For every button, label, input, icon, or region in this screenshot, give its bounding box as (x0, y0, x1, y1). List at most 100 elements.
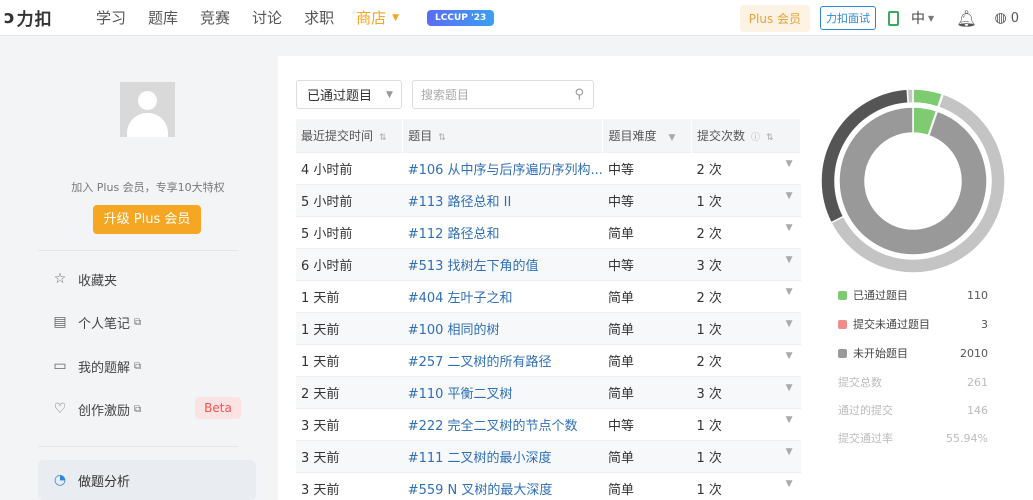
problem-link[interactable]: #513 找树左下角的值 (408, 259, 539, 274)
table-row[interactable]: 4 小时前 #106 从中序与后序遍历序列构... 中等 2 次 ▼ (296, 151, 801, 184)
problem-title[interactable]: #404 左叶子之和 (402, 279, 603, 312)
nav-item-store[interactable]: 商店 (356, 7, 386, 28)
logo[interactable]: ↄ 力扣 (4, 5, 74, 30)
submit-time: 5 小时前 (296, 183, 403, 216)
problem-title[interactable]: #111 二叉树的最小深度 (402, 439, 603, 472)
lccup-badge[interactable]: LCCUP '23 (427, 9, 495, 26)
notification-bell-icon[interactable]: 🔔︎ (956, 9, 976, 28)
mobile-app-icon[interactable] (888, 10, 900, 26)
problem-title[interactable]: #100 相同的树 (402, 311, 603, 344)
difficulty-label: 中等 (602, 247, 692, 280)
table-row[interactable]: 3 天前 #559 N 叉树的最大深度 简单 1 次 ▼ (296, 471, 801, 500)
submit-time: 4 小时前 (296, 151, 403, 184)
sidebar-item-label: 我的题解 (78, 360, 131, 376)
sidebar-item-analysis[interactable]: ◔ 做题分析 (38, 460, 256, 500)
sidebar-item-label: 个人笔记 (78, 316, 131, 332)
status-filter-select[interactable]: 已通过题目 ▼ (296, 80, 402, 109)
problem-title[interactable]: #112 路径总和 (402, 215, 603, 248)
expand-chevron-icon[interactable]: ▼ (786, 223, 793, 233)
problem-link[interactable]: #110 平衡二叉树 (408, 387, 513, 402)
expand-chevron-icon[interactable]: ▼ (786, 159, 793, 169)
problem-link[interactable]: #404 左叶子之和 (408, 291, 513, 306)
nav-item-jobs[interactable]: 求职 (304, 7, 334, 28)
sidebar-item-solutions[interactable]: ▭ 我的题解 ⧉ (52, 355, 141, 377)
problem-title[interactable]: #513 找树左下角的值 (402, 247, 603, 280)
search-icon[interactable]: ⚲ (574, 87, 584, 102)
problem-link[interactable]: #106 从中序与后序遍历序列构... (408, 163, 603, 178)
expand-chevron-icon[interactable]: ▼ (786, 383, 793, 393)
search-box[interactable]: ⚲ (412, 80, 594, 109)
difficulty-label: 简单 (602, 343, 692, 376)
expand-chevron-icon[interactable]: ▼ (786, 319, 793, 329)
table-row[interactable]: 1 天前 #404 左叶子之和 简单 2 次 ▼ (296, 279, 801, 312)
problem-link[interactable]: #112 路径总和 (408, 227, 500, 242)
nav-item-contest[interactable]: 竞赛 (200, 7, 230, 28)
problem-title[interactable]: #559 N 叉树的最大深度 (402, 471, 603, 500)
sort-icon[interactable]: ⇅ (766, 133, 774, 143)
column-header-difficulty[interactable]: 题目难度 ▼ (602, 119, 692, 152)
table-row[interactable]: 5 小时前 #112 路径总和 简单 2 次 ▼ (296, 215, 801, 248)
expand-chevron-icon[interactable]: ▼ (786, 479, 793, 489)
stat-total-submissions: 提交总数 261 (838, 375, 988, 390)
problem-title[interactable]: #257 二叉树的所有路径 (402, 343, 603, 376)
difficulty-label: 中等 (602, 407, 692, 440)
expand-chevron-icon[interactable]: ▼ (786, 351, 793, 361)
difficulty-label: 简单 (602, 279, 692, 312)
difficulty-label: 简单 (602, 439, 692, 472)
problem-link[interactable]: #257 二叉树的所有路径 (408, 355, 552, 370)
expand-chevron-icon[interactable]: ▼ (786, 415, 793, 425)
avatar[interactable] (120, 82, 175, 137)
help-icon[interactable]: ⓘ (751, 133, 760, 143)
difficulty-label: 简单 (602, 471, 692, 500)
submit-count: 1 次 ▼ (691, 439, 801, 472)
table-row[interactable]: 3 天前 #111 二叉树的最小深度 简单 1 次 ▼ (296, 439, 801, 472)
problem-link[interactable]: #111 二叉树的最小深度 (408, 451, 552, 466)
profile-sidebar: 加入 Plus 会员，专享10大特权 升级 Plus 会员 ☆ 收藏夹 ▤ 个人… (38, 56, 258, 500)
table-row[interactable]: 2 天前 #110 平衡二叉树 简单 3 次 ▼ (296, 375, 801, 408)
search-input[interactable] (413, 81, 563, 108)
column-header-title[interactable]: 题目 ⇅ (402, 119, 604, 152)
problem-title[interactable]: #113 路径总和 II (402, 183, 603, 216)
table-row[interactable]: 6 小时前 #513 找树左下角的值 中等 3 次 ▼ (296, 247, 801, 280)
nav-item-discuss[interactable]: 讨论 (252, 7, 282, 28)
interview-button[interactable]: 力扣面试 (820, 6, 877, 30)
upgrade-plus-button[interactable]: 升级 Plus 会员 (93, 205, 201, 234)
sidebar-item-creator[interactable]: ♡ 创作激励 ⧉ (52, 398, 141, 420)
expand-chevron-icon[interactable]: ▼ (786, 255, 793, 265)
problem-title[interactable]: #222 完全二叉树的节点个数 (402, 407, 603, 440)
legend-item-accepted: 已通过题目 110 (838, 286, 988, 304)
language-selector[interactable]: 中 (911, 8, 925, 28)
expand-chevron-icon[interactable]: ▼ (786, 191, 793, 201)
store-caret-icon[interactable]: ▼ (392, 13, 399, 23)
language-caret-icon[interactable]: ▼ (928, 14, 934, 23)
nav-item-study[interactable]: 学习 (96, 7, 126, 28)
column-header-submits[interactable]: 提交次数 ⓘ ⇅ (691, 119, 802, 152)
external-link-icon: ⧉ (134, 403, 142, 415)
sidebar-item-notes[interactable]: ▤ 个人笔记 ⧉ (52, 311, 141, 333)
problem-title[interactable]: #106 从中序与后序遍历序列构... (402, 151, 603, 184)
plus-member-button[interactable]: Plus 会员 (739, 4, 811, 32)
problem-title[interactable]: #110 平衡二叉树 (402, 375, 603, 408)
table-row[interactable]: 1 天前 #100 相同的树 简单 1 次 ▼ (296, 311, 801, 344)
table-row[interactable]: 1 天前 #257 二叉树的所有路径 简单 2 次 ▼ (296, 343, 801, 376)
problem-link[interactable]: #100 相同的树 (408, 323, 500, 338)
submit-count: 1 次 ▼ (691, 407, 801, 440)
expand-chevron-icon[interactable]: ▼ (786, 447, 793, 457)
sort-icon[interactable]: ⇅ (379, 133, 387, 143)
sidebar-divider (38, 250, 238, 251)
sidebar-item-favorites[interactable]: ☆ 收藏夹 (52, 268, 117, 290)
submit-count: 2 次 ▼ (691, 151, 801, 184)
problem-link[interactable]: #113 路径总和 II (408, 195, 512, 210)
expand-chevron-icon[interactable]: ▼ (786, 287, 793, 297)
sidebar-item-label: 创作激励 (78, 403, 131, 419)
column-header-time[interactable]: 最近提交时间 ⇅ (296, 119, 404, 152)
sort-icon[interactable]: ⇅ (438, 133, 446, 143)
table-row[interactable]: 3 天前 #222 完全二叉树的节点个数 中等 1 次 ▼ (296, 407, 801, 440)
nav-item-problems[interactable]: 题库 (148, 7, 178, 28)
table-row[interactable]: 5 小时前 #113 路径总和 II 中等 1 次 ▼ (296, 183, 801, 216)
problem-link[interactable]: #559 N 叉树的最大深度 (408, 483, 553, 498)
coin-icon[interactable]: ◍ (995, 10, 1007, 26)
problem-link[interactable]: #222 完全二叉树的节点个数 (408, 419, 578, 434)
filter-funnel-icon[interactable]: ▼ (668, 133, 675, 143)
submit-count: 2 次 ▼ (691, 279, 801, 312)
